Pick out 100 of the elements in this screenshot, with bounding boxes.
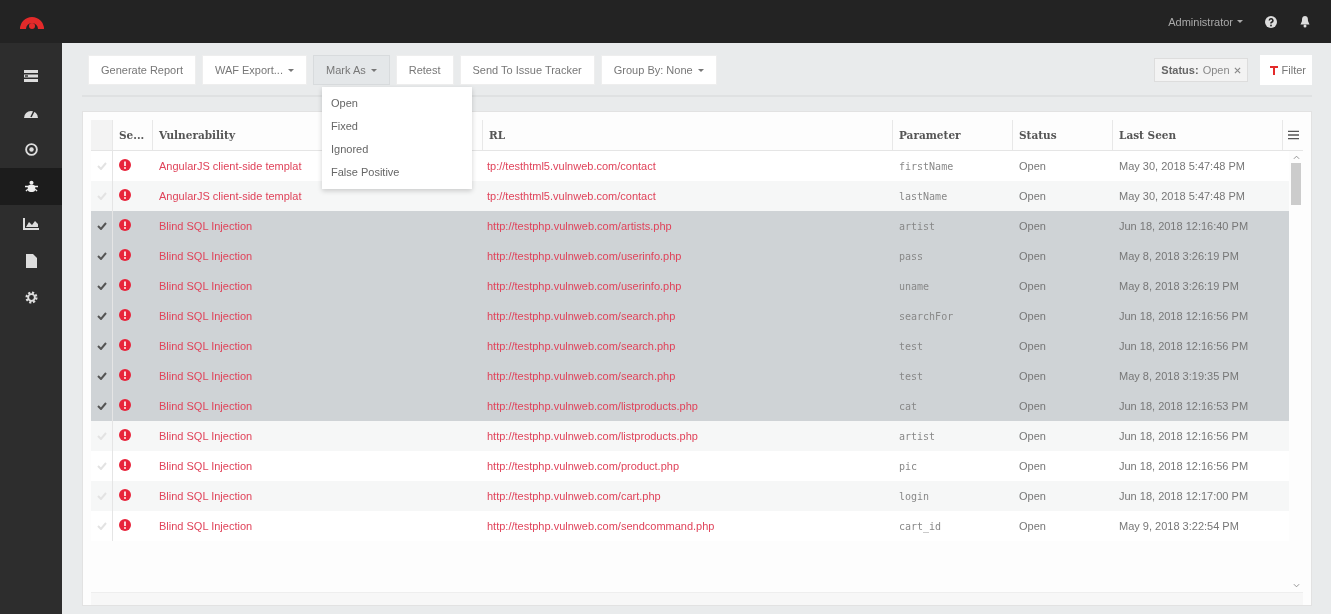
table-cell-text: pic bbox=[898, 460, 919, 472]
table-row[interactable]: Blind SQL Injection http://testphp.vulnweb.com/artists.php artist Open Jun 18, 2018 12:16:40 PM bbox=[91, 211, 1289, 241]
filter-button[interactable]: Filter bbox=[1259, 55, 1312, 85]
target-icon bbox=[24, 143, 38, 156]
toolbar-button[interactable]: Send To Issue Tracker bbox=[459, 55, 595, 85]
table-cell-text: test bbox=[898, 340, 925, 352]
check-icon[interactable] bbox=[96, 342, 107, 350]
severity-icon bbox=[119, 309, 131, 321]
table-cell-text: Open bbox=[1018, 160, 1047, 172]
table-cell-text: http://testphp.vulnweb.com/search.php bbox=[486, 340, 677, 352]
table-cell-text: AngularJS client-side templat bbox=[158, 190, 303, 202]
toolbar-button[interactable]: WAF Export... bbox=[201, 55, 307, 85]
table-cell-text: Jun 18, 2018 12:16:56 PM bbox=[1118, 310, 1250, 322]
table-cell-text: Blind SQL Injection bbox=[158, 430, 254, 442]
severity-icon bbox=[119, 159, 131, 171]
table-cell-text: Blind SQL Injection bbox=[158, 250, 254, 262]
table-row[interactable]: Blind SQL Injection http://testphp.vulnweb.com/search.php test Open May 8, 2018 3:19:35 PM bbox=[91, 361, 1289, 391]
table-cell-text: Open bbox=[1018, 520, 1047, 532]
table-cell-text: uname bbox=[898, 280, 931, 292]
horizontal-scrollbar[interactable] bbox=[91, 592, 1303, 605]
check-icon[interactable] bbox=[96, 222, 107, 230]
severity-icon bbox=[119, 279, 131, 291]
table-cell-text: Open bbox=[1018, 340, 1047, 352]
table-cell-text: May 8, 2018 3:19:35 PM bbox=[1118, 370, 1240, 382]
table-cell-text: Jun 18, 2018 12:16:56 PM bbox=[1118, 460, 1250, 472]
table-cell-text: tp://testhtml5.vulnweb.com/contact bbox=[486, 190, 657, 202]
table-cell-text: http://testphp.vulnweb.com/search.php bbox=[486, 370, 677, 382]
settings-icon bbox=[24, 291, 38, 304]
table-row[interactable]: Blind SQL Injection http://testphp.vulnweb.com/userinfo.php uname Open May 8, 2018 3:26:19 PM bbox=[91, 271, 1289, 301]
check-icon[interactable] bbox=[96, 282, 107, 290]
table-cell-text: Blind SQL Injection bbox=[158, 280, 254, 292]
table-cell-text: Blind SQL Injection bbox=[158, 520, 254, 532]
notification-bell-icon[interactable] bbox=[1299, 15, 1311, 28]
severity-icon bbox=[119, 219, 131, 231]
table-cell-text: http://testphp.vulnweb.com/cart.php bbox=[486, 490, 662, 502]
column-header[interactable]: Parameter bbox=[899, 129, 961, 141]
severity-icon bbox=[119, 249, 131, 261]
table-cell-text: http://testphp.vulnweb.com/userinfo.php bbox=[486, 250, 683, 262]
check-icon[interactable] bbox=[96, 252, 107, 260]
severity-icon bbox=[119, 189, 131, 201]
table-cell-text: Open bbox=[1018, 220, 1047, 232]
check-icon[interactable] bbox=[96, 312, 107, 320]
table-cell-text: May 30, 2018 5:47:48 PM bbox=[1118, 190, 1246, 202]
table-cell-text: Blind SQL Injection bbox=[158, 490, 254, 502]
column-header[interactable]: RL bbox=[489, 129, 506, 141]
table-cell-text: Blind SQL Injection bbox=[158, 340, 254, 352]
funnel-icon bbox=[1269, 65, 1278, 75]
table-cell-text: Open bbox=[1018, 310, 1047, 322]
table-row[interactable]: Blind SQL Injection http://testphp.vulnweb.com/search.php test Open Jun 18, 2018 12:16:56 PM bbox=[91, 331, 1289, 361]
toolbar-button[interactable]: Generate Report bbox=[88, 55, 196, 85]
user-menu[interactable]: Administrator bbox=[1168, 15, 1243, 28]
menu-item[interactable]: Open bbox=[322, 92, 472, 115]
menu-icon[interactable] bbox=[1287, 130, 1299, 140]
table-cell-text: http://testphp.vulnweb.com/userinfo.php bbox=[486, 280, 683, 292]
scrollbar-thumb[interactable] bbox=[1291, 163, 1301, 205]
table-cell-text: Blind SQL Injection bbox=[158, 400, 254, 412]
table-cell-text: Blind SQL Injection bbox=[158, 370, 254, 382]
help-icon[interactable] bbox=[1265, 15, 1277, 28]
table-cell-text: http://testphp.vulnweb.com/search.php bbox=[486, 310, 677, 322]
toolbar-button[interactable]: Retest bbox=[395, 55, 454, 85]
table-cell-text: Open bbox=[1018, 370, 1047, 382]
column-header[interactable]: Last Seen bbox=[1119, 129, 1177, 141]
table-cell-text: http://testphp.vulnweb.com/listproducts.php bbox=[486, 430, 699, 442]
menu-item[interactable]: False Positive bbox=[322, 161, 472, 184]
column-header[interactable]: Vulnerability bbox=[159, 129, 235, 141]
table-cell-text: May 8, 2018 3:26:19 PM bbox=[1118, 280, 1240, 292]
table-cell-text: May 9, 2018 3:22:54 PM bbox=[1118, 520, 1240, 532]
check-icon[interactable] bbox=[96, 372, 107, 380]
toolbar-button[interactable]: Group By: None bbox=[600, 55, 717, 85]
close-icon[interactable] bbox=[1233, 66, 1241, 74]
table-row[interactable]: Blind SQL Injection http://testphp.vulnweb.com/search.php searchFor Open Jun 18, 2018 12:16:56 PM bbox=[91, 301, 1289, 331]
table-row[interactable]: Blind SQL Injection http://testphp.vulnweb.com/userinfo.php pass Open May 8, 2018 3:26:19 PM bbox=[91, 241, 1289, 271]
toolbar-button[interactable]: Mark As bbox=[313, 55, 390, 85]
menu-item[interactable]: Fixed bbox=[322, 115, 472, 138]
table-row[interactable]: Blind SQL Injection http://testphp.vulnweb.com/cart.php login Open Jun 18, 2018 12:17:00 PM bbox=[91, 481, 1289, 511]
severity-icon bbox=[119, 339, 131, 351]
column-header[interactable]: Se... bbox=[119, 129, 145, 141]
caret-icon bbox=[1237, 20, 1243, 23]
table-cell-text: Open bbox=[1018, 490, 1047, 502]
table-cell-text: http://testphp.vulnweb.com/sendcommand.php bbox=[486, 520, 716, 532]
table-cell-text: Open bbox=[1018, 250, 1047, 262]
severity-icon bbox=[119, 459, 131, 471]
filter-value: Open bbox=[1202, 64, 1230, 76]
table-cell-text: artist bbox=[898, 430, 937, 442]
table-row[interactable]: AngularJS client-side templat tp://testhtml5.vulnweb.com/contact lastName Open May 30, 2018 5:47:48 PM bbox=[91, 181, 1289, 211]
severity-icon bbox=[119, 369, 131, 381]
column-header[interactable]: Status bbox=[1019, 129, 1057, 141]
check-icon[interactable] bbox=[96, 402, 107, 410]
table-row[interactable]: Blind SQL Injection http://testphp.vulnweb.com/listproducts.php artist Open Jun 18, 2018 12:16:56 PM bbox=[91, 421, 1289, 451]
table-cell-text: Jun 18, 2018 12:17:00 PM bbox=[1118, 490, 1250, 502]
table-cell-text: tp://testhtml5.vulnweb.com/contact bbox=[486, 160, 657, 172]
table-row[interactable]: Blind SQL Injection http://testphp.vulnweb.com/listproducts.php cat Open Jun 18, 2018 12:16:53 PM bbox=[91, 391, 1289, 421]
filter-chip[interactable]: Status: Open bbox=[1154, 58, 1248, 82]
table-cell-text: Open bbox=[1018, 430, 1047, 442]
sidebar-item[interactable] bbox=[0, 168, 62, 205]
caret-icon bbox=[370, 68, 377, 72]
list-icon bbox=[24, 69, 38, 82]
table-cell-text: login bbox=[898, 490, 931, 502]
table-cell-text: Jun 18, 2018 12:16:56 PM bbox=[1118, 340, 1250, 352]
severity-icon bbox=[119, 429, 131, 441]
